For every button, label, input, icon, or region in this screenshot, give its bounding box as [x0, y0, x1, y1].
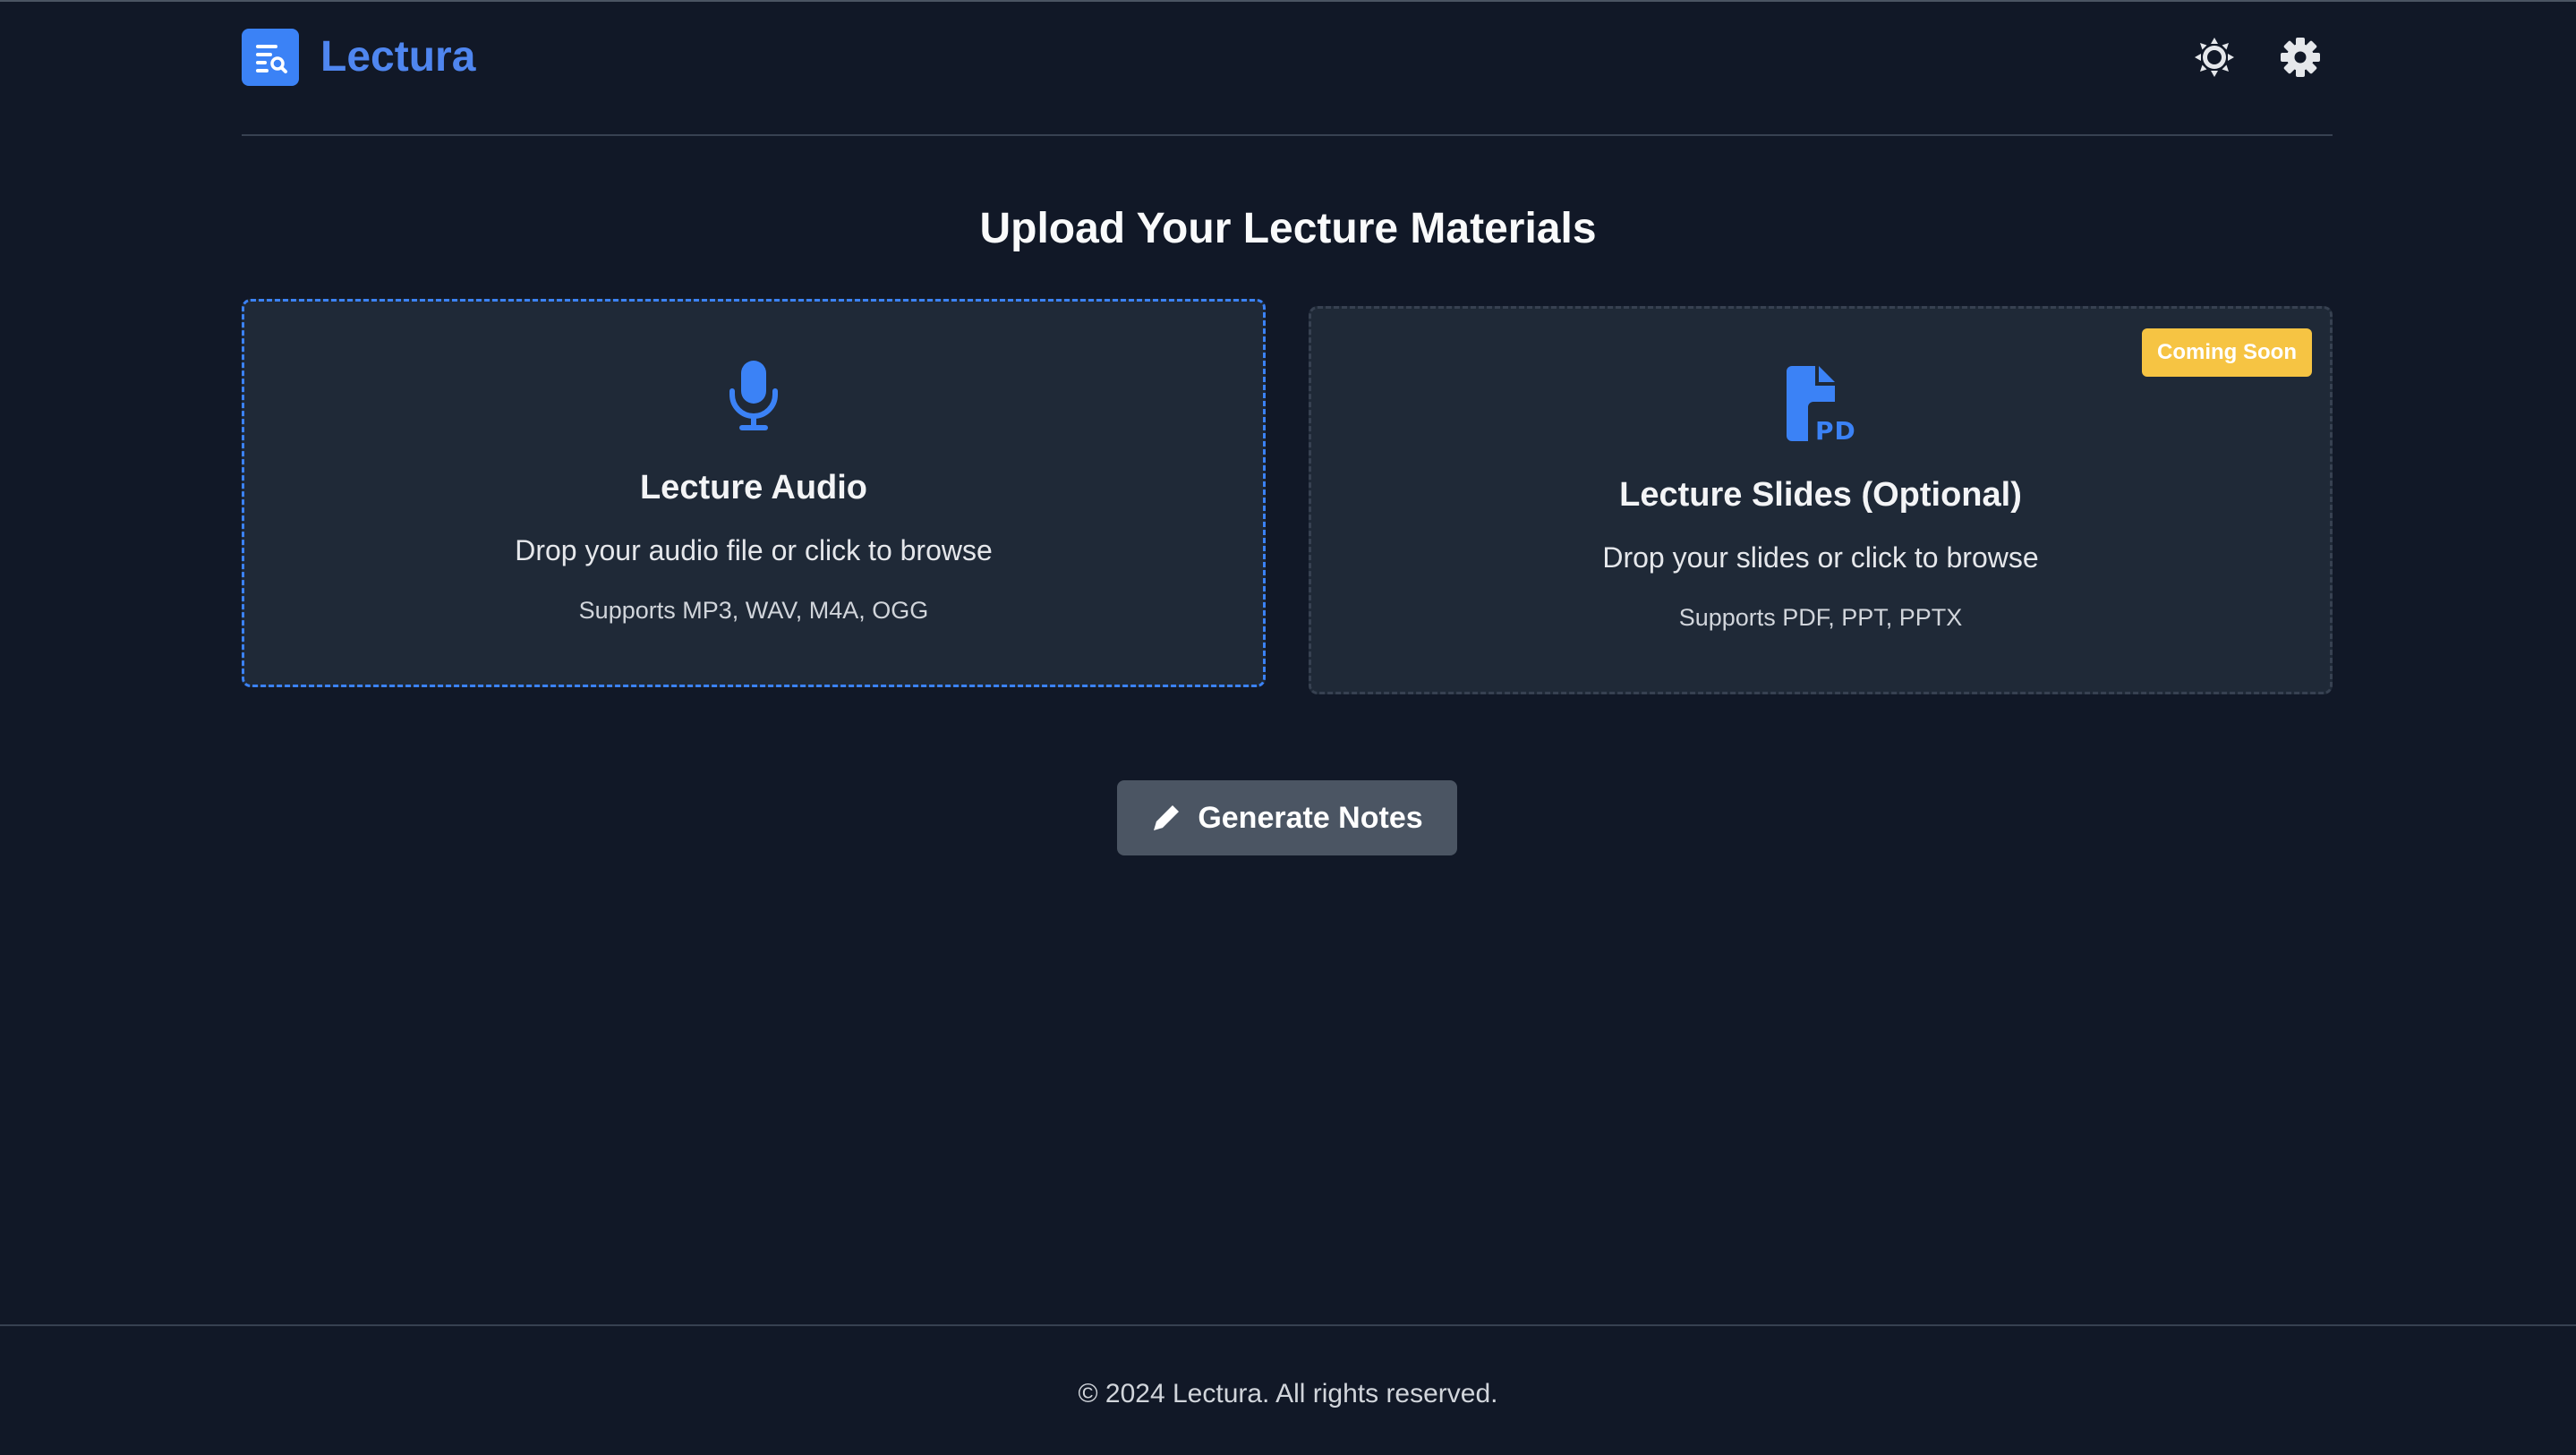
- gear-icon: [2281, 38, 2320, 77]
- theme-toggle-button[interactable]: [2191, 34, 2238, 81]
- window-top-border: [0, 0, 2576, 2]
- slides-card-heading: Lecture Slides (Optional): [1619, 476, 2022, 514]
- coming-soon-badge: Coming Soon: [2142, 328, 2312, 377]
- pencil-icon: [1154, 805, 1180, 830]
- generate-notes-label: Generate Notes: [1198, 800, 1423, 835]
- copyright-text: © 2024 Lectura. All rights reserved.: [1078, 1379, 1498, 1408]
- slides-upload-dropzone[interactable]: Coming Soon PDF Lecture Slides (Optional…: [1309, 306, 2333, 694]
- audio-card-heading: Lecture Audio: [639, 469, 868, 506]
- generate-notes-button[interactable]: Generate Notes: [1117, 780, 1457, 855]
- app-title[interactable]: Lectura: [320, 32, 475, 82]
- svg-text:PDF: PDF: [1815, 416, 1858, 441]
- app-logo[interactable]: [242, 29, 299, 86]
- pdf-file-icon: PDF: [1787, 366, 1858, 441]
- page-title: Upload Your Lecture Materials: [979, 205, 1597, 252]
- audio-card-supported-formats: Supports MP3, WAV, M4A, OGG: [578, 597, 929, 624]
- sun-icon: [2195, 38, 2234, 77]
- settings-button[interactable]: [2277, 34, 2324, 81]
- notes-search-icon: [256, 45, 287, 73]
- microphone-icon: [729, 361, 778, 430]
- app-header: Lectura: [242, 27, 2333, 136]
- slides-card-description: Drop your slides or click to browse: [1602, 541, 2039, 574]
- page-footer: © 2024 Lectura. All rights reserved.: [0, 1324, 2576, 1455]
- slides-card-supported-formats: Supports PDF, PPT, PPTX: [1678, 604, 1963, 631]
- audio-card-description: Drop your audio file or click to browse: [515, 534, 993, 566]
- audio-upload-dropzone[interactable]: Lecture Audio Drop your audio file or cl…: [242, 299, 1266, 687]
